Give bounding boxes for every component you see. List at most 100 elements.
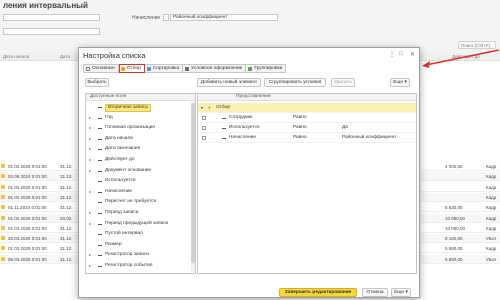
filter-checkbox[interactable] (202, 126, 206, 130)
filter-field: Начисление (229, 135, 257, 140)
field-icon (98, 255, 102, 257)
filter-condition[interactable]: Равно (293, 123, 307, 133)
expand-icon[interactable]: ▸ (89, 188, 91, 196)
fields-scrollbar-thumb[interactable] (191, 103, 195, 263)
filter-panel: Представление ▾ ● Отбор Сотрудник Равно Ис… (197, 93, 417, 274)
expand-icon[interactable]: ▸ (89, 114, 91, 122)
tab-filter[interactable]: Отбор (118, 64, 145, 73)
available-fields-panel: Доступные поля Вторичная запись ▸ Год ▸ Голо… (85, 93, 196, 274)
expand-icon[interactable]: ▸ (89, 209, 91, 217)
field-label: Используется (105, 178, 136, 184)
available-fields-header: Доступные поля (86, 94, 195, 101)
field-icon (98, 244, 102, 246)
expand-icon[interactable]: ▸ (89, 145, 91, 153)
field-item[interactable]: ▸ Период предыдущей записи (86, 220, 190, 228)
close-icon[interactable]: ✕ (410, 51, 415, 58)
field-label: Размер (105, 241, 122, 247)
delete-button[interactable]: Удалить (331, 78, 355, 87)
field-item[interactable]: Пустой интервал (86, 230, 190, 238)
expand-icon[interactable]: ▾ (201, 103, 203, 113)
field-label: Вторичная запись (105, 104, 151, 112)
field-item[interactable]: Пересчет не требуется (86, 198, 190, 206)
expand-icon[interactable]: ▸ (89, 167, 91, 175)
more-label: Еще (393, 80, 403, 85)
tab-sort[interactable]: Сортировка (144, 64, 184, 73)
kebab-icon[interactable]: ⋮ (389, 51, 395, 58)
filter-checkbox[interactable] (202, 136, 206, 140)
finish-editing-button[interactable]: Завершить редактирование (279, 288, 357, 297)
filter-row[interactable]: Начисление Равно Районный коэффициент (198, 133, 416, 143)
field-item[interactable]: ▸ Начисление (86, 188, 190, 196)
filter-row[interactable]: Используется Равно Да (198, 123, 416, 133)
expand-icon[interactable]: ▸ (89, 124, 91, 132)
field-item[interactable]: ▸ Головная организация (86, 124, 190, 132)
field-item[interactable]: Размер (86, 241, 190, 249)
field-item[interactable]: ▸ Действует до (86, 156, 190, 164)
filter-value[interactable]: Районный коэффициент (342, 133, 397, 143)
more-button[interactable]: Еще ▾ (390, 78, 410, 87)
field-icon (98, 181, 102, 183)
field-icon (98, 213, 102, 214)
field-icon (98, 191, 102, 193)
maximize-icon[interactable]: □ (399, 51, 403, 57)
tab-label: Основные (92, 66, 115, 71)
field-item[interactable]: ▸ Период записи (86, 209, 190, 217)
field-icon (222, 118, 226, 119)
filter-field: Используется (229, 125, 260, 130)
field-item[interactable]: ▸ Документ основание (86, 167, 190, 175)
group-conditions-button[interactable]: Сгруппировать условия (264, 78, 326, 87)
expand-icon[interactable]: ▸ (89, 262, 91, 270)
expand-icon[interactable]: ▸ (89, 135, 91, 143)
group-bullet-icon: ● (208, 105, 211, 110)
field-item[interactable]: ▸ Дата окончания (86, 145, 190, 153)
field-icon (222, 128, 226, 129)
field-item[interactable]: ▸ Год (86, 114, 190, 122)
dialog-tabs: Основные Отбор Сортировка Условное оформ… (83, 64, 287, 73)
field-label: Дата начала (105, 135, 133, 141)
cancel-button[interactable]: Отмена (362, 288, 388, 297)
list-settings-dialog: Настройка списка ⋮ □ ✕ Основные Отбор Со… (78, 47, 420, 298)
field-label: Действует до (105, 157, 135, 162)
field-icon (98, 234, 102, 236)
tab-label: Условное оформление (191, 66, 243, 71)
field-item[interactable]: ▸ Регистратор события (86, 262, 190, 270)
field-label: Дата окончания (105, 146, 141, 152)
expand-icon[interactable]: ▸ (89, 251, 91, 259)
field-icon (98, 107, 102, 108)
filter-row[interactable]: Сотрудник Равно (198, 113, 416, 123)
field-label: Период записи (105, 210, 139, 215)
grouping-icon (248, 66, 253, 71)
filter-value[interactable]: Да (342, 123, 348, 133)
field-label: Год (105, 114, 113, 120)
sort-icon (146, 66, 151, 71)
field-icon (98, 117, 102, 119)
chevron-down-icon: ▾ (404, 80, 407, 85)
field-item[interactable]: ▸ Регистратор записи (86, 251, 190, 259)
field-label: Регистратор записи (105, 252, 149, 258)
filter-group-row[interactable]: ▾ ● Отбор (198, 103, 416, 113)
funnel-icon (120, 66, 125, 71)
field-label: Регистратор события (105, 263, 153, 268)
tab-grouping[interactable]: Группировка (246, 64, 287, 73)
expand-icon[interactable]: ▸ (89, 220, 91, 228)
add-new-element-button[interactable]: Добавить новый элемент (197, 78, 261, 87)
field-item[interactable]: Используется (86, 177, 190, 185)
tab-basic[interactable]: Основные (83, 64, 119, 73)
filter-condition[interactable]: Равно (293, 113, 307, 123)
field-item[interactable]: Вторичная запись (86, 103, 190, 112)
field-icon (98, 128, 102, 130)
field-item[interactable]: ▸ Дата начала (86, 135, 190, 143)
select-button[interactable]: Выбрать (85, 78, 109, 87)
filter-panel-header: Представление (198, 94, 416, 101)
footer-more-button[interactable]: Еще ▾ (391, 288, 411, 297)
expand-icon[interactable]: ▸ (89, 156, 91, 164)
chevron-down-icon: ▾ (405, 290, 408, 295)
filter-condition[interactable]: Равно (293, 133, 307, 143)
tab-conditional-format[interactable]: Условное оформление (183, 64, 247, 73)
filter-checkbox[interactable] (202, 116, 206, 120)
field-icon (98, 138, 102, 140)
representation-column: Представление (236, 94, 271, 99)
field-icon (98, 160, 102, 161)
field-label: Период предыдущей записи (105, 220, 169, 226)
field-icon (98, 170, 102, 172)
